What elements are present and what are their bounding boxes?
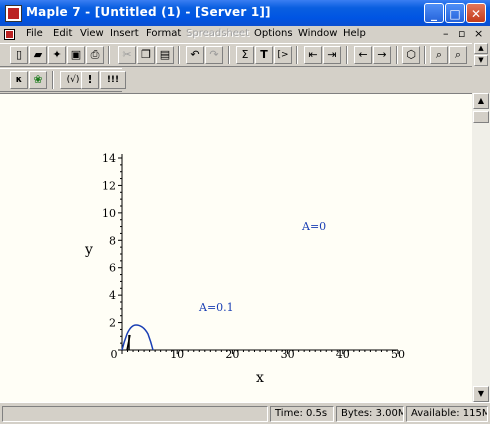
menu-window[interactable]: Window bbox=[298, 28, 337, 39]
scroll-up-icon[interactable]: ▲ bbox=[473, 93, 489, 109]
window-title: Maple 7 - [Untitled (1) - [Server 1]] bbox=[26, 5, 271, 19]
paste-icon[interactable]: ▤ bbox=[156, 46, 174, 64]
y-tick-label: 8 bbox=[109, 234, 116, 247]
doc-close-icon[interactable]: × bbox=[474, 27, 483, 40]
copy-icon[interactable]: ❐ bbox=[137, 46, 155, 64]
menu-spreadsheet[interactable]: Spreadsheet bbox=[186, 28, 249, 39]
annotation-label-0: A=0 bbox=[301, 220, 326, 233]
menu-format[interactable]: Format bbox=[146, 28, 181, 39]
x-tick-label: 40 bbox=[336, 348, 350, 361]
redo-icon[interactable]: ↷ bbox=[205, 46, 223, 64]
x-tick-label: 10 bbox=[170, 348, 184, 361]
undo-icon[interactable]: ↶ bbox=[186, 46, 204, 64]
status-available: Available: 115M bbox=[406, 406, 488, 422]
doc-restore-icon[interactable]: ▫ bbox=[458, 27, 465, 40]
close-button[interactable]: ✕ bbox=[466, 3, 486, 23]
toolbar-scroll-down-icon[interactable]: ▼ bbox=[474, 55, 488, 66]
back-arrow-icon[interactable]: ← bbox=[354, 46, 372, 64]
new-file-icon[interactable]: ▯ bbox=[10, 46, 28, 64]
annotation-label-1: A=0.1 bbox=[198, 301, 234, 314]
outdent-icon[interactable]: ⇤ bbox=[304, 46, 322, 64]
execute-button[interactable]: ! bbox=[81, 71, 99, 89]
plot-curve bbox=[121, 324, 154, 351]
y-tick-label: 10 bbox=[102, 207, 116, 220]
maple-window: Maple 7 - [Untitled (1) - [Server 1]] _ … bbox=[0, 0, 490, 424]
menu-help[interactable]: Help bbox=[343, 28, 366, 39]
stop-sign-icon[interactable]: ⬡ bbox=[402, 46, 420, 64]
x-axis-label: x bbox=[256, 370, 264, 386]
status-bytes: Bytes: 3.00M bbox=[336, 406, 404, 422]
execute-all-button[interactable]: !!! bbox=[100, 71, 126, 89]
toolbar-scroll[interactable]: ▲ ▼ bbox=[472, 43, 490, 67]
y-tick-label: 6 bbox=[109, 262, 116, 275]
menu-insert[interactable]: Insert bbox=[110, 28, 139, 39]
save-icon[interactable]: ▣ bbox=[67, 46, 85, 64]
status-message bbox=[2, 406, 268, 422]
maple-app-icon[interactable] bbox=[5, 5, 22, 22]
y-tick-label: 4 bbox=[109, 289, 116, 302]
title-bar: Maple 7 - [Untitled (1) - [Server 1]] _ … bbox=[0, 0, 490, 26]
worksheet-area[interactable]: 0 10 20 30 40 50 2 4 6 8 10 12 14 x y A=0 A=0.1 bbox=[0, 93, 472, 402]
text-mode-button[interactable]: T bbox=[255, 46, 273, 64]
scroll-down-icon[interactable]: ▼ bbox=[473, 386, 489, 402]
menu-bar: File Edit View Insert Format Spreadsheet… bbox=[0, 26, 490, 43]
y-tick-label: 2 bbox=[109, 317, 116, 330]
zoom-in-icon[interactable]: ⌕ bbox=[430, 46, 448, 64]
context-toolbar: κ ❀ (√) ! !!! bbox=[0, 68, 126, 92]
open-folder-icon[interactable]: ▰ bbox=[29, 46, 47, 64]
x-tick-label: 20 bbox=[225, 348, 239, 361]
toolbar-scroll-up-icon[interactable]: ▲ bbox=[474, 43, 488, 54]
y-tick-label: 14 bbox=[102, 152, 116, 165]
document-menu-icon[interactable] bbox=[4, 29, 15, 40]
x-tick-label: 0 bbox=[111, 348, 118, 361]
scroll-thumb[interactable] bbox=[473, 111, 489, 123]
menu-edit[interactable]: Edit bbox=[53, 28, 72, 39]
open-url-icon[interactable]: ✦ bbox=[48, 46, 66, 64]
zoom-out-icon[interactable]: ⌕ bbox=[449, 46, 467, 64]
forward-arrow-icon[interactable]: → bbox=[373, 46, 391, 64]
x-tick-label: 50 bbox=[391, 348, 405, 361]
vertical-scrollbar[interactable]: ▲ ▼ bbox=[472, 93, 490, 402]
x-tick-label: 30 bbox=[281, 348, 295, 361]
doc-minimize-icon[interactable]: – bbox=[443, 27, 449, 40]
insert-prompt-button[interactable]: [> bbox=[274, 46, 292, 64]
math-sigma-button[interactable]: Σ bbox=[236, 46, 254, 64]
plot-canvas[interactable]: 0 10 20 30 40 50 2 4 6 8 10 12 14 x y A=0 A=0.1 bbox=[0, 94, 472, 402]
menu-file[interactable]: File bbox=[26, 28, 43, 39]
indent-icon[interactable]: ⇥ bbox=[323, 46, 341, 64]
status-bar: Time: 0.5s Bytes: 3.00M Available: 115M bbox=[0, 402, 490, 424]
maximize-button[interactable]: □ bbox=[445, 3, 465, 23]
print-icon[interactable]: ⎙ bbox=[86, 46, 104, 64]
y-tick-label: 12 bbox=[102, 179, 116, 192]
menu-view[interactable]: View bbox=[80, 28, 104, 39]
menu-options[interactable]: Options bbox=[254, 28, 293, 39]
maple-leaf-icon[interactable]: ❀ bbox=[29, 71, 47, 89]
main-toolbar: ▯ ▰ ✦ ▣ ⎙ ✂ ❐ ▤ ↶ ↷ Σ T [> ⇤ ⇥ ← → ⬡ ⌕ ⌕ bbox=[0, 43, 472, 67]
y-axis-label: y bbox=[84, 242, 93, 258]
status-time: Time: 0.5s bbox=[270, 406, 334, 422]
cut-icon[interactable]: ✂ bbox=[118, 46, 136, 64]
minimize-button[interactable]: _ bbox=[424, 3, 444, 23]
maple-input-icon[interactable]: κ bbox=[10, 71, 28, 89]
